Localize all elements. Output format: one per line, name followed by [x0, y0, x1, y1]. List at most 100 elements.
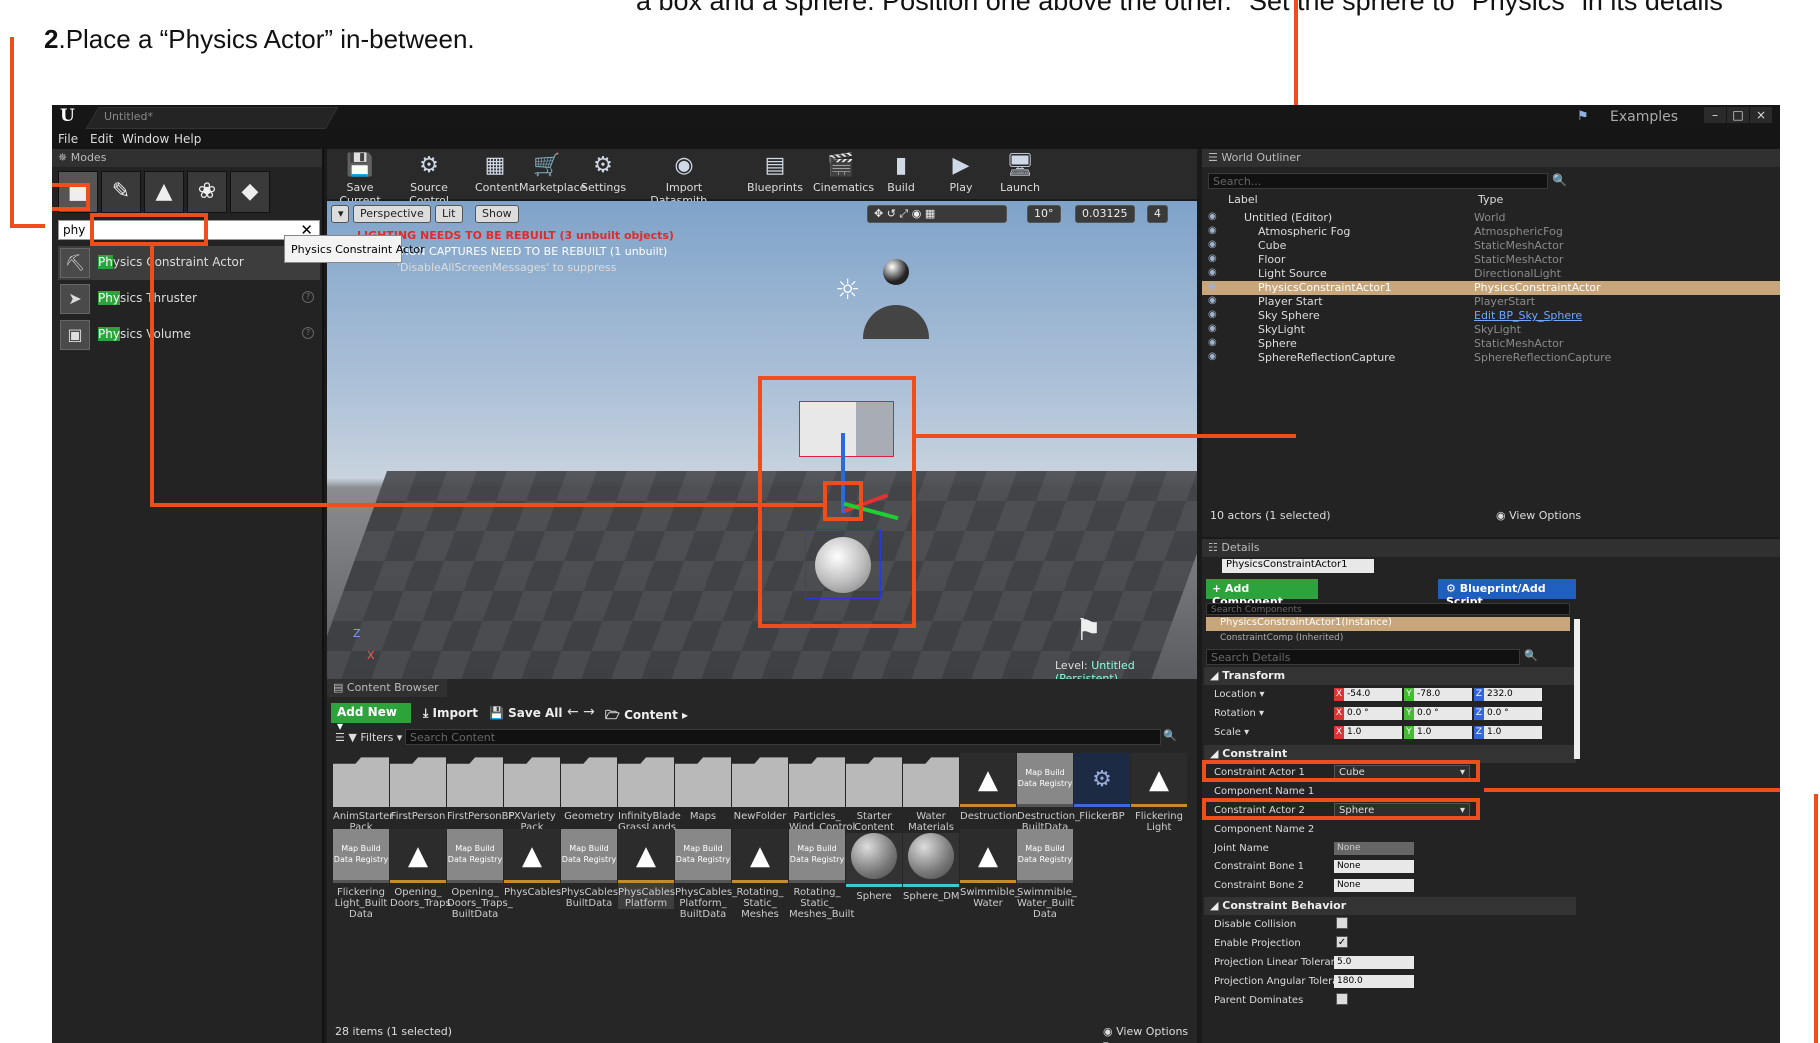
asset-tile[interactable]: InfinityBlade GrassLands: [618, 753, 681, 833]
perspective-button[interactable]: Perspective: [353, 205, 431, 223]
outliner-search-input[interactable]: Search...: [1208, 173, 1548, 189]
help-icon[interactable]: ?: [302, 327, 314, 339]
content-button[interactable]: ▦ Content: [475, 151, 519, 197]
marketplace-button[interactable]: 🛒 Marketplace: [519, 151, 586, 197]
outliner-row[interactable]: ◉ Player Start PlayerStart: [1202, 295, 1780, 309]
asset-tile[interactable]: NewFolder: [732, 753, 788, 822]
list-item-physics-constraint-actor[interactable]: ⛏ Physics Constraint Actor: [58, 246, 320, 280]
asset-tile[interactable]: FXVariety Pack: [504, 753, 560, 833]
disable-collision-checkbox[interactable]: [1336, 917, 1348, 929]
location-y-field[interactable]: -78.0: [1414, 688, 1472, 701]
outliner-row[interactable]: ◉ Sphere StaticMeshActor: [1202, 337, 1780, 351]
asset-tile[interactable]: Map Build Data Registry PhysCables_ Built…: [561, 829, 623, 909]
lit-button[interactable]: Lit: [435, 205, 463, 223]
launch-button[interactable]: 🖥 Launch: [997, 151, 1043, 197]
add-new-button[interactable]: Add New ▾: [331, 703, 411, 733]
search-content-input[interactable]: Search Content: [405, 729, 1161, 745]
outliner-row[interactable]: ◉ Untitled (Editor) World: [1202, 211, 1780, 225]
transform-section[interactable]: ◢ Transform: [1204, 667, 1576, 685]
import-datasmith-button[interactable]: ◉Import Datasmith...: [639, 151, 729, 207]
details-scrollbar[interactable]: [1574, 619, 1580, 759]
blueprint-add-script-button[interactable]: ⚙ Blueprint/Add Script: [1438, 579, 1576, 608]
scale-y-field[interactable]: 1.0: [1414, 726, 1472, 739]
rotation-label[interactable]: Rotation ▾: [1214, 708, 1264, 719]
asset-tile[interactable]: Sphere_DM: [903, 829, 960, 902]
asset-tile[interactable]: Map Build Data Registry Swimmible_ Water_…: [1017, 829, 1077, 920]
asset-tile[interactable]: ▲ Flickering Light: [1131, 753, 1187, 833]
maximize-icon[interactable]: □: [1727, 107, 1749, 123]
outliner-row[interactable]: ◉ Sky Sphere Edit BP_Sky_Sphere: [1202, 309, 1780, 323]
asset-tile[interactable]: ▲ PhysCables Platform: [618, 829, 675, 909]
eye-icon[interactable]: ◉: [1208, 323, 1217, 334]
history-arrows[interactable]: ← →: [567, 704, 595, 720]
asset-tile[interactable]: ⚙ FlickerBP: [1074, 753, 1130, 822]
joint-name-field[interactable]: None: [1334, 842, 1414, 855]
asset-tile[interactable]: ▲ Destruction: [960, 753, 1018, 822]
eye-icon[interactable]: ◉: [1208, 337, 1217, 348]
save-all-button[interactable]: 💾 Save All: [489, 706, 563, 720]
location-x-field[interactable]: -54.0: [1344, 688, 1402, 701]
eye-icon[interactable]: ◉: [1208, 211, 1217, 222]
outliner-row[interactable]: ◉ Floor StaticMeshActor: [1202, 253, 1780, 267]
settings-button[interactable]: ⚙ Settings: [581, 151, 626, 197]
rotation-z-field[interactable]: 0.0 °: [1484, 707, 1542, 720]
asset-tile[interactable]: Map Build Data Registry Destruction_ Buil…: [1017, 753, 1080, 833]
camera-speed-value[interactable]: 4: [1147, 205, 1168, 223]
asset-tile[interactable]: Map Build Data Registry Flickering Light_…: [333, 829, 389, 920]
scale-x-field[interactable]: 1.0: [1344, 726, 1402, 739]
scale-label[interactable]: Scale ▾: [1214, 727, 1249, 738]
outliner-row[interactable]: ◉ Atmospheric Fog AtmosphericFog: [1202, 225, 1780, 239]
content-view-options[interactable]: ◉ View Options ▾: [1103, 1025, 1197, 1043]
search-components-input[interactable]: Search Components: [1206, 603, 1570, 615]
level-viewport[interactable]: ▾ Perspective Lit Show LIGHTING NEEDS TO…: [327, 201, 1197, 679]
filters-button[interactable]: ☰ ▼ Filters ▾: [335, 731, 402, 744]
list-item-physics-thruster[interactable]: ➤ Physics Thruster ?: [58, 282, 320, 316]
constraint-bone-2-field[interactable]: None: [1334, 879, 1414, 892]
help-icon[interactable]: ?: [302, 291, 314, 303]
asset-tile[interactable]: ▲ Rotating_ Static_ Meshes: [732, 829, 788, 920]
location-label[interactable]: Location ▾: [1214, 689, 1265, 700]
search-details-input[interactable]: Search Details: [1206, 649, 1520, 665]
play-button[interactable]: ▶ Play: [941, 151, 981, 197]
constraint-behavior-section[interactable]: ◢ Constraint Behavior: [1204, 897, 1576, 915]
enable-projection-checkbox[interactable]: ✓: [1336, 936, 1348, 948]
scale-snap-value[interactable]: 0.03125: [1075, 205, 1135, 223]
outliner-col-label[interactable]: Label: [1228, 193, 1258, 206]
geometry-mode-icon[interactable]: ◆: [230, 171, 270, 213]
edit-bp-link[interactable]: Edit BP_Sky_Sphere: [1474, 309, 1582, 322]
scale-z-field[interactable]: 1.0: [1484, 726, 1542, 739]
document-tab[interactable]: Untitled*: [104, 110, 153, 123]
cinematics-button[interactable]: 🎬 Cinematics: [813, 151, 874, 197]
actor-name-field[interactable]: PhysicsConstraintActor1: [1222, 559, 1374, 573]
eye-icon[interactable]: ◉: [1208, 281, 1217, 292]
path-content[interactable]: 🗁 Content ▸: [605, 706, 688, 727]
outliner-row-selected[interactable]: ◉ PhysicsConstraintActor1 PhysicsConstrain…: [1202, 281, 1780, 295]
location-z-field[interactable]: 232.0: [1484, 688, 1542, 701]
save-current-button[interactable]: 💾Save Current: [331, 151, 389, 207]
show-button[interactable]: Show: [475, 205, 519, 223]
landscape-mode-icon[interactable]: ▲: [144, 171, 184, 213]
examples-label[interactable]: Examples: [1610, 109, 1678, 125]
asset-tile[interactable]: Map Build Data Registry Rotating_ Static_…: [789, 829, 854, 920]
outliner-row[interactable]: ◉ SkyLight SkyLight: [1202, 323, 1780, 337]
projection-angular-tolerance-field[interactable]: 180.0: [1334, 975, 1414, 988]
paint-mode-icon[interactable]: ✎: [101, 171, 141, 213]
constraint-bone-1-field[interactable]: None: [1334, 860, 1414, 873]
eye-icon[interactable]: ◉: [1208, 225, 1217, 236]
source-control-button[interactable]: ⚙Source Control: [395, 151, 463, 207]
add-component-button[interactable]: + Add Component: [1206, 579, 1318, 608]
asset-tile[interactable]: Sphere: [846, 829, 902, 902]
blueprints-button[interactable]: ▤ Blueprints: [747, 151, 803, 197]
import-button[interactable]: ⤓ Import: [423, 706, 478, 721]
outliner-row[interactable]: ◉ Light Source DirectionalLight: [1202, 267, 1780, 281]
rotation-snap-value[interactable]: 10°: [1027, 205, 1061, 223]
asset-tile[interactable]: Map Build Data Registry PhysCables_ Platf…: [675, 829, 737, 920]
build-button[interactable]: ▮ Build: [881, 151, 921, 197]
outliner-row[interactable]: ◉ SphereReflectionCapture SphereReflection…: [1202, 351, 1780, 365]
menu-file[interactable]: File: [58, 132, 78, 146]
outliner-col-type[interactable]: Type: [1478, 193, 1503, 206]
asset-tile[interactable]: Water Materials: [903, 753, 959, 833]
inherited-component-row[interactable]: ConstraintComp (Inherited): [1220, 633, 1343, 641]
close-icon[interactable]: ×: [1750, 107, 1772, 123]
rotation-x-field[interactable]: 0.0 °: [1344, 707, 1402, 720]
